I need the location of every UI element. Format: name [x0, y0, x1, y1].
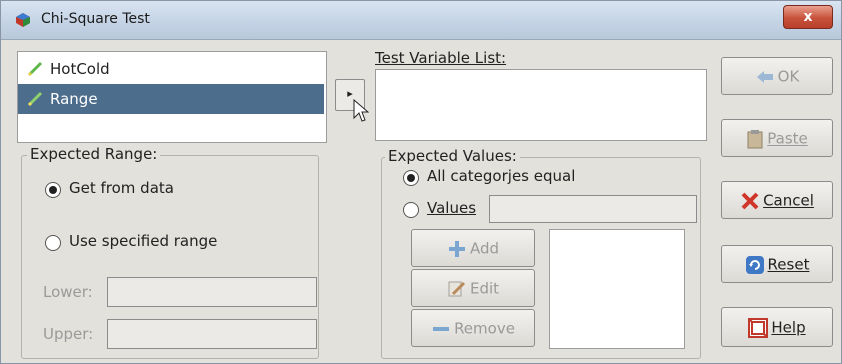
clipboard-icon — [747, 129, 763, 148]
values-label: Values — [427, 199, 477, 217]
cancel-x-icon — [741, 192, 759, 209]
expected-range-title: Expected Range: — [27, 145, 161, 163]
all-categories-equal-label: All categorjes equal — [427, 167, 576, 185]
test-variable-list[interactable] — [375, 69, 707, 141]
scale-variable-icon — [27, 91, 43, 107]
use-specified-range-radio[interactable] — [45, 235, 61, 251]
test-variable-list-label: Test Variable List: — [375, 49, 507, 67]
variable-label: HotCold — [50, 60, 110, 78]
expected-values-title: Expected Values: — [385, 147, 520, 165]
get-from-data-label: Get from data — [69, 179, 174, 197]
upper-label: Upper: — [43, 325, 94, 343]
values-radio[interactable] — [403, 202, 419, 218]
list-item[interactable]: HotCold — [18, 54, 324, 84]
lower-label: Lower: — [43, 283, 93, 301]
variable-label: Range — [50, 90, 98, 108]
window-title: Chi-Square Test — [41, 11, 150, 27]
add-button[interactable]: Add — [411, 229, 535, 267]
help-button[interactable]: Help — [721, 307, 833, 347]
minus-icon — [433, 326, 450, 331]
ok-button[interactable]: OK — [721, 57, 833, 95]
plus-icon — [448, 240, 465, 257]
upper-field[interactable] — [107, 319, 317, 349]
scale-variable-icon — [27, 61, 43, 77]
use-specified-range-label: Use specified range — [69, 232, 218, 250]
remove-button[interactable]: Remove — [411, 309, 535, 347]
all-categories-equal-radio[interactable] — [403, 170, 419, 186]
help-icon — [748, 317, 769, 338]
app-icon — [16, 13, 30, 27]
lower-field[interactable] — [107, 277, 317, 307]
ok-arrow-icon — [756, 70, 773, 83]
cancel-button[interactable]: Cancel — [721, 181, 833, 219]
expected-values-list[interactable] — [549, 229, 685, 349]
mouse-cursor-icon — [353, 99, 369, 122]
chi-square-dialog: Chi-Square Test x HotCold Range ▸ Test V… — [0, 0, 842, 364]
values-input[interactable] — [489, 195, 697, 223]
paste-button[interactable]: Paste — [721, 119, 833, 157]
close-button[interactable]: x — [783, 5, 833, 29]
get-from-data-radio[interactable] — [45, 182, 61, 198]
arrow-right-icon: ▸ — [347, 87, 353, 100]
reset-icon — [745, 255, 764, 274]
reset-button[interactable]: Reset — [721, 245, 833, 283]
pencil-icon — [448, 281, 466, 296]
title-bar: Chi-Square Test x — [1, 1, 841, 40]
edit-button[interactable]: Edit — [411, 269, 535, 307]
source-variable-list[interactable]: HotCold Range — [17, 51, 327, 143]
list-item[interactable]: Range — [18, 84, 324, 114]
